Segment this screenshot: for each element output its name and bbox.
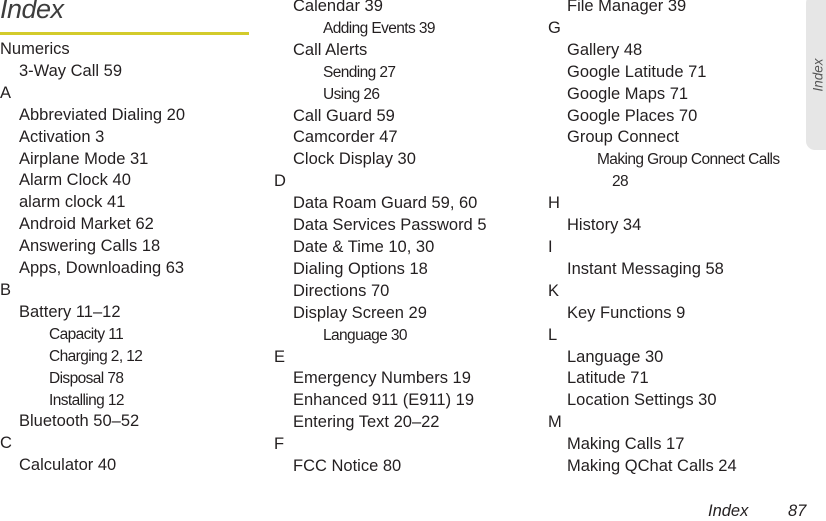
index-entry: Entering Text 20–22: [293, 413, 440, 432]
index-letter-heading: B: [0, 280, 12, 299]
index-subentry: 28: [612, 173, 629, 191]
index-entry: alarm clock 41: [19, 193, 126, 212]
index-entry: Alarm Clock 40: [19, 171, 131, 190]
index-subentry: Disposal 78: [49, 369, 124, 387]
index-letter-heading: C: [0, 434, 12, 453]
index-entry: Clock Display 30: [293, 150, 416, 169]
index-entry: Airplane Mode 31: [19, 149, 149, 168]
index-letter-heading: F: [274, 435, 285, 454]
index-letter-heading: L: [548, 325, 558, 344]
index-entry: Making QChat Calls 24: [567, 457, 737, 476]
index-entry: Dialing Options 18: [293, 259, 428, 278]
index-entry: Apps, Downloading 63: [19, 259, 185, 278]
index-subentry: Using 26: [323, 85, 380, 103]
index-entry: Call Guard 59: [293, 106, 395, 125]
index-subentry: Installing 12: [49, 391, 125, 409]
index-entry: Enhanced 911 (E911) 19: [293, 391, 475, 410]
index-column-3: File Manager 39 G Gallery 48 Google Latitud…: [548, 0, 780, 478]
index-subentry: Making Group Connect Calls: [597, 151, 780, 169]
index-letter-heading: I: [548, 237, 553, 256]
index-entry: Camcorder 47: [293, 128, 398, 147]
footer-section-title: Index: [708, 502, 749, 520]
index-subentry: Language 30: [323, 326, 408, 344]
index-entry: Google Places 70: [567, 106, 698, 125]
index-entry: Gallery 48: [567, 40, 643, 59]
index-entry: 3-Way Call 59: [19, 61, 123, 80]
index-entry: Data Roam Guard 59, 60: [293, 194, 478, 213]
index-entry: Calendar 39: [293, 0, 383, 15]
index-entry: Answering Calls 18: [19, 237, 161, 256]
index-subentry: Adding Events 39: [323, 19, 436, 37]
index-entry: Abbreviated Dialing 20: [19, 105, 186, 124]
index-entry: Date & Time 10, 30: [293, 237, 435, 256]
index-letter-heading: G: [548, 18, 561, 37]
index-entry: Language 30: [567, 347, 664, 366]
index-letter-heading: D: [274, 172, 286, 191]
index-entry: Group Connect: [567, 128, 679, 147]
index-entry: History 34: [567, 216, 642, 235]
index-letter-heading: A: [0, 83, 12, 102]
index-entry: Data Services Password 5: [293, 216, 487, 235]
index-entry: Calculator 40: [19, 456, 117, 475]
index-entry: FCC Notice 80: [293, 457, 402, 476]
index-entry: Android Market 62: [19, 215, 154, 234]
side-tab-label: Index: [810, 58, 826, 92]
index-entry: Bluetooth 50–52: [19, 412, 140, 431]
index-subentry: Sending 27: [323, 63, 396, 81]
index-letter-heading: M: [548, 413, 562, 432]
index-entry: Location Settings 30: [567, 391, 717, 410]
index-subentry: Capacity 11: [49, 325, 124, 343]
index-letter-heading: E: [274, 347, 286, 366]
index-entry: Emergency Numbers 19: [293, 369, 471, 388]
index-column-2: Calendar 39 Adding Events 39 Call Alerts Se…: [274, 0, 487, 478]
index-letter-heading: Numerics: [0, 40, 70, 58]
index-entry: File Manager 39: [567, 0, 687, 15]
index-letter-heading: K: [548, 281, 560, 300]
index-entry: Google Latitude 71: [567, 62, 707, 81]
footer-page-number: 87: [788, 502, 807, 520]
index-column-1: Numerics 3-Way Call 59 A Abbreviated Dialin…: [0, 39, 185, 477]
index-entry: Google Maps 71: [567, 84, 689, 103]
heading-divider: [0, 32, 249, 35]
page-title: Index: [0, 0, 64, 24]
index-entry: Latitude 71: [567, 369, 649, 388]
index-entry: Display Screen 29: [293, 303, 427, 322]
index-entry: Instant Messaging 58: [567, 259, 724, 278]
index-entry: Activation 3: [19, 127, 105, 146]
index-letter-heading: H: [548, 194, 560, 213]
index-entry: Directions 70: [293, 281, 390, 300]
index-entry: Key Functions 9: [567, 303, 686, 322]
index-subentry: Charging 2, 12: [49, 347, 143, 365]
index-entry: Making Calls 17: [567, 435, 685, 454]
index-entry: Battery 11–12: [19, 302, 121, 321]
index-entry: Call Alerts: [293, 40, 368, 59]
